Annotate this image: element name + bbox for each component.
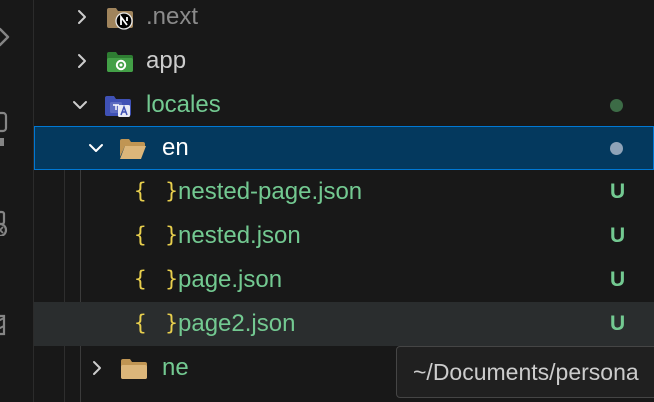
json-file-icon: { }	[134, 311, 181, 335]
explorer-fragment-icon	[0, 138, 4, 146]
tree-item-label: en	[162, 134, 189, 161]
tree-item-en[interactable]: en	[34, 126, 654, 170]
untracked-badge: U	[610, 312, 626, 335]
app-folder-icon	[107, 52, 133, 72]
testing-icon[interactable]	[0, 312, 12, 338]
tree-item-label: .next	[146, 3, 199, 30]
untracked-badge: U	[610, 268, 626, 291]
locales-folder-icon	[105, 96, 131, 117]
untracked-badge: U	[610, 224, 626, 247]
tree-item-label: page2.json	[178, 310, 296, 337]
json-file-icon: { }	[134, 267, 181, 291]
tree-item-label: locales	[146, 91, 221, 118]
chevron-right-icon[interactable]	[72, 51, 92, 71]
folder-icon	[121, 359, 147, 379]
nextjs-folder-icon	[107, 8, 133, 30]
tree-item-label: nested-page.json	[178, 178, 363, 205]
tooltip-text: ~/Documents/persona	[413, 359, 639, 385]
chevron-right-icon[interactable]	[87, 358, 107, 378]
file-tree: .next app locales en {} nested-page.jso…	[34, 0, 654, 402]
chevron-down-icon[interactable]	[70, 95, 90, 115]
folder-open-icon	[120, 139, 146, 159]
tree-item-app[interactable]: app	[34, 39, 654, 83]
explorer-view: .next app locales en {} nested-page.jso…	[0, 0, 654, 402]
untracked-badge: U	[610, 180, 626, 203]
tree-item-label: app	[146, 47, 187, 74]
path-tooltip: ~/Documents/persona	[396, 346, 654, 398]
tree-item-file[interactable]: { } page2.json U	[34, 302, 654, 346]
extensions-icon[interactable]	[0, 110, 12, 136]
chevron-down-icon[interactable]	[86, 138, 106, 158]
tree-item-label: ne	[162, 354, 189, 381]
tree-item-file[interactable]: { } page.json U	[34, 258, 654, 302]
tree-item-locales[interactable]: locales	[34, 83, 654, 127]
modified-dot-icon	[610, 142, 623, 155]
tree-item-file[interactable]: { } nested.json U	[34, 214, 654, 258]
json-file-icon: { }	[134, 179, 181, 203]
run-debug-icon[interactable]	[0, 24, 12, 50]
tree-item-next[interactable]: .next	[34, 0, 654, 39]
tree-item-label: nested.json	[178, 222, 301, 249]
json-file-icon: { }	[134, 223, 181, 247]
tree-item-label: page.json	[178, 266, 283, 293]
modified-dot-icon	[610, 99, 623, 112]
remote-explorer-icon[interactable]	[0, 210, 12, 236]
chevron-right-icon[interactable]	[72, 7, 92, 27]
tree-item-file[interactable]: { } nested-page.json U	[34, 170, 654, 214]
activity-bar	[0, 0, 34, 402]
